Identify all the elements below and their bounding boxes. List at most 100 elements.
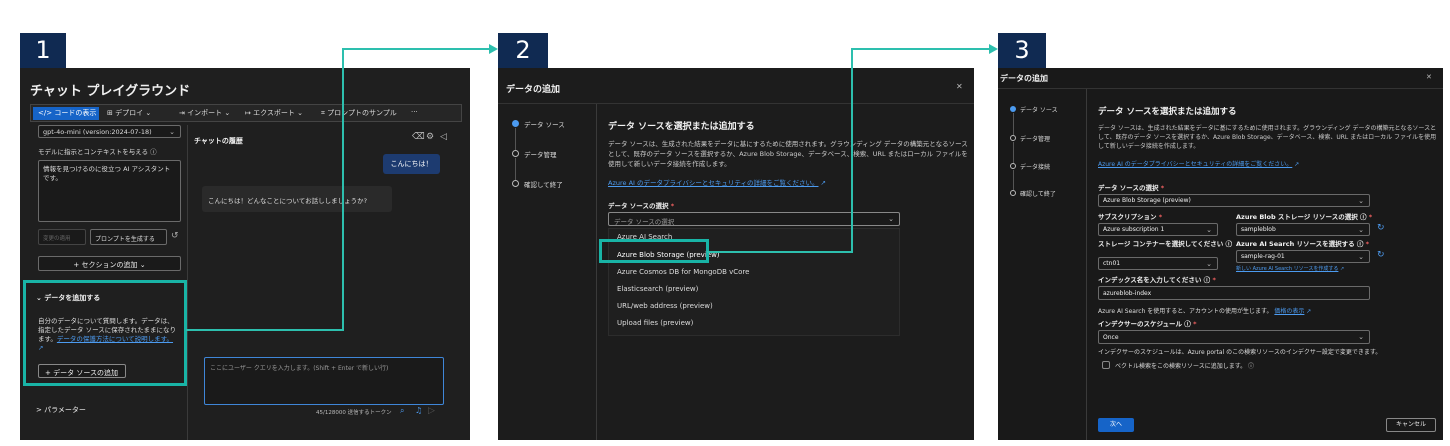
index-label: インデックス名を入力してください ⓘ * (1098, 276, 1216, 284)
attach-icon[interactable]: ⌕ (400, 406, 404, 416)
index-name-input[interactable]: azureblob-index (1098, 286, 1370, 300)
view-code-button[interactable]: </> コードの表示 (33, 107, 99, 120)
system-message-text: 情報を見つけるのに役立つ AI アシスタントです。 (43, 165, 171, 182)
add-data-header[interactable]: ⌄ データを追加する (36, 293, 100, 303)
index-value: azureblob-index (1103, 290, 1152, 297)
blob-select[interactable]: sampleblob ⌄ (1236, 223, 1370, 236)
vector-search-label: ベクトル検索をこの検索リソースに追加します。 ⓘ (1115, 363, 1255, 370)
subscription-label: サブスクリプション * (1098, 213, 1163, 221)
generate-prompt-label: プロンプトを生成する (95, 236, 155, 243)
connector-line (851, 48, 853, 253)
generate-prompt-button[interactable]: プロンプトを生成する (90, 229, 167, 245)
chevron-down-icon: ⌄ (1358, 225, 1364, 234)
add-section-button[interactable]: + セクションの追加 ⌄ (38, 256, 181, 271)
dialog-title: データの追加 (506, 85, 561, 95)
microphone-icon[interactable]: ♫ (415, 406, 422, 415)
import-menu[interactable]: ⇥ インポート ⌄ (179, 108, 230, 118)
main-title: データ ソースを選択または追加する (608, 122, 755, 132)
chevron-down-icon: ⌄ (1358, 333, 1364, 341)
add-data-source-button[interactable]: + データ ソースの追加 (38, 364, 126, 378)
close-icon[interactable]: ✕ (1426, 73, 1432, 81)
speaker-icon[interactable]: ◁ (440, 132, 447, 142)
index-label-text: インデックス名を入力してください (1098, 276, 1202, 284)
chevron-down-icon: ⌄ (1358, 196, 1364, 205)
refresh-icon[interactable]: ↻ (1377, 223, 1385, 233)
source-value: Azure Blob Storage (preview) (1103, 197, 1191, 204)
gear-icon[interactable]: ⚙ (426, 132, 434, 142)
data-source-select[interactable]: データ ソースの選択 ⌄ (608, 212, 900, 226)
reset-icon[interactable]: ↺ (171, 231, 179, 241)
step-label-data-management[interactable]: データ管理 (1020, 134, 1050, 143)
chat-history-title: チャットの履歴 (194, 137, 243, 145)
schedule-label-text: インデクサーのスケジュール (1098, 320, 1183, 328)
export-menu[interactable]: ↦ エクスポート ⌄ (245, 108, 303, 118)
step-dot-active (512, 120, 519, 127)
column-divider (187, 125, 188, 440)
close-icon[interactable]: ✕ (956, 82, 963, 91)
add-data-source-label: + データ ソースの追加 (45, 369, 118, 377)
system-message-input[interactable]: 情報を見つけるのに役立つ AI アシスタントです。 (38, 160, 181, 222)
option-url[interactable]: URL/web address (preview) (609, 302, 899, 310)
external-link-icon: ↗ (1304, 308, 1312, 315)
schedule-label: インデクサーのスケジュール ⓘ * (1098, 320, 1197, 328)
search-new-link[interactable]: 新しい Azure AI Search リソースを作成する (1236, 266, 1338, 272)
cost-note-row: Azure AI Search を使用すると、アカウントの使用が生じます。 価格… (1098, 306, 1311, 315)
search-new-link-row: 新しい Azure AI Search リソースを作成する ↗ (1236, 265, 1344, 272)
select-placeholder: データ ソースの選択 (614, 218, 675, 226)
chevron-down-icon: ⌄ (1358, 252, 1364, 261)
connector-line (342, 48, 344, 331)
step-label-review[interactable]: 確認して終了 (1020, 189, 1056, 198)
search-select[interactable]: sample-rag-01 ⌄ (1236, 250, 1370, 263)
chevron-down-icon: ⌄ (1206, 259, 1212, 268)
deploy-menu[interactable]: ⊞ デプロイ ⌄ (107, 108, 151, 118)
arrow-right-icon (989, 44, 998, 54)
step-connector (1013, 142, 1014, 164)
step-label-review[interactable]: 確認して終了 (524, 179, 563, 189)
schedule-select[interactable]: Once ⌄ (1098, 330, 1370, 344)
next-button[interactable]: 次へ (1098, 418, 1134, 432)
schedule-value: Once (1103, 334, 1119, 341)
clear-chat-icon[interactable]: ⌫ (412, 132, 425, 142)
data-protection-link[interactable]: データの保護方法について説明します。 (57, 335, 173, 343)
search-label: Azure AI Search リソースを選択する ⓘ * (1236, 240, 1370, 248)
model-select[interactable]: gpt-4o-mini (version:2024-07-18) ⌄ (38, 125, 181, 138)
container-label-text: ストレージ コンテナーを選択してください (1098, 240, 1224, 248)
chat-input[interactable]: ここにユーザー クエリを入力します。(Shift + Enter で新しい行) (204, 357, 444, 405)
steps-divider (596, 104, 597, 440)
send-icon[interactable]: ▷ (428, 406, 435, 416)
step-label-data-source[interactable]: データ ソース (1020, 105, 1058, 114)
step-label-data-management[interactable]: データ管理 (524, 149, 557, 159)
refresh-icon[interactable]: ↻ (1377, 250, 1385, 260)
option-upload-files[interactable]: Upload files (preview) (609, 319, 899, 327)
source-label: データ ソースの選択 * (1098, 184, 1165, 192)
subscription-select[interactable]: Azure subscription 1 ⌄ (1098, 223, 1218, 236)
container-select[interactable]: ctn01 ⌄ (1098, 257, 1218, 270)
chat-playground-panel: チャット プレイグラウンド </> コードの表示 ⊞ デプロイ ⌄ ⇥ インポー… (20, 68, 470, 440)
chevron-down-icon: ⌄ (169, 127, 175, 136)
step-label-data-connection[interactable]: データ接続 (1020, 162, 1050, 171)
description: データ ソースは、生成された結果をデータに基にするために使用されます。グラウンデ… (1098, 125, 1437, 150)
option-cosmos-db[interactable]: Azure Cosmos DB for MongoDB vCore (609, 268, 899, 276)
connector-line (342, 48, 492, 50)
connector-line (851, 48, 991, 50)
prompt-samples-button[interactable]: ⌗ プロンプトのサンプル (321, 108, 397, 118)
token-count: 45/128000 送信するトークン (316, 410, 392, 416)
privacy-link-row: Azure AI のデータプライバシーとセキュリティの詳細をご覧ください。 ↗ (1098, 159, 1299, 168)
blob-value: sampleblob (1241, 226, 1276, 233)
cancel-button[interactable]: キャンセル (1386, 418, 1436, 432)
more-button[interactable]: ··· (411, 108, 418, 116)
apply-changes-button[interactable]: 変更の適用 (38, 229, 86, 245)
vector-search-checkbox[interactable] (1102, 361, 1110, 369)
parameters-toggle[interactable]: > パラメーター (36, 405, 86, 415)
subscription-value: Azure subscription 1 (1103, 226, 1165, 233)
source-label-text: データ ソースの選択 (1098, 184, 1159, 192)
data-source-select[interactable]: Azure Blob Storage (preview) ⌄ (1098, 194, 1370, 207)
option-elasticsearch[interactable]: Elasticsearch (preview) (609, 285, 899, 293)
chevron-down-icon: ⌄ (1206, 225, 1212, 234)
step-label-data-source[interactable]: データ ソース (524, 119, 565, 129)
instruction-label: モデルに指示とコンテキストを与える ⓘ (38, 148, 157, 156)
privacy-link[interactable]: Azure AI のデータプライバシーとセキュリティの詳細をご覧ください。 (608, 179, 818, 187)
privacy-link[interactable]: Azure AI のデータプライバシーとセキュリティの詳細をご覧ください。 (1098, 161, 1292, 168)
pricing-link[interactable]: 価格の表示 (1274, 308, 1304, 315)
external-link-icon: ↗ (1292, 161, 1300, 168)
